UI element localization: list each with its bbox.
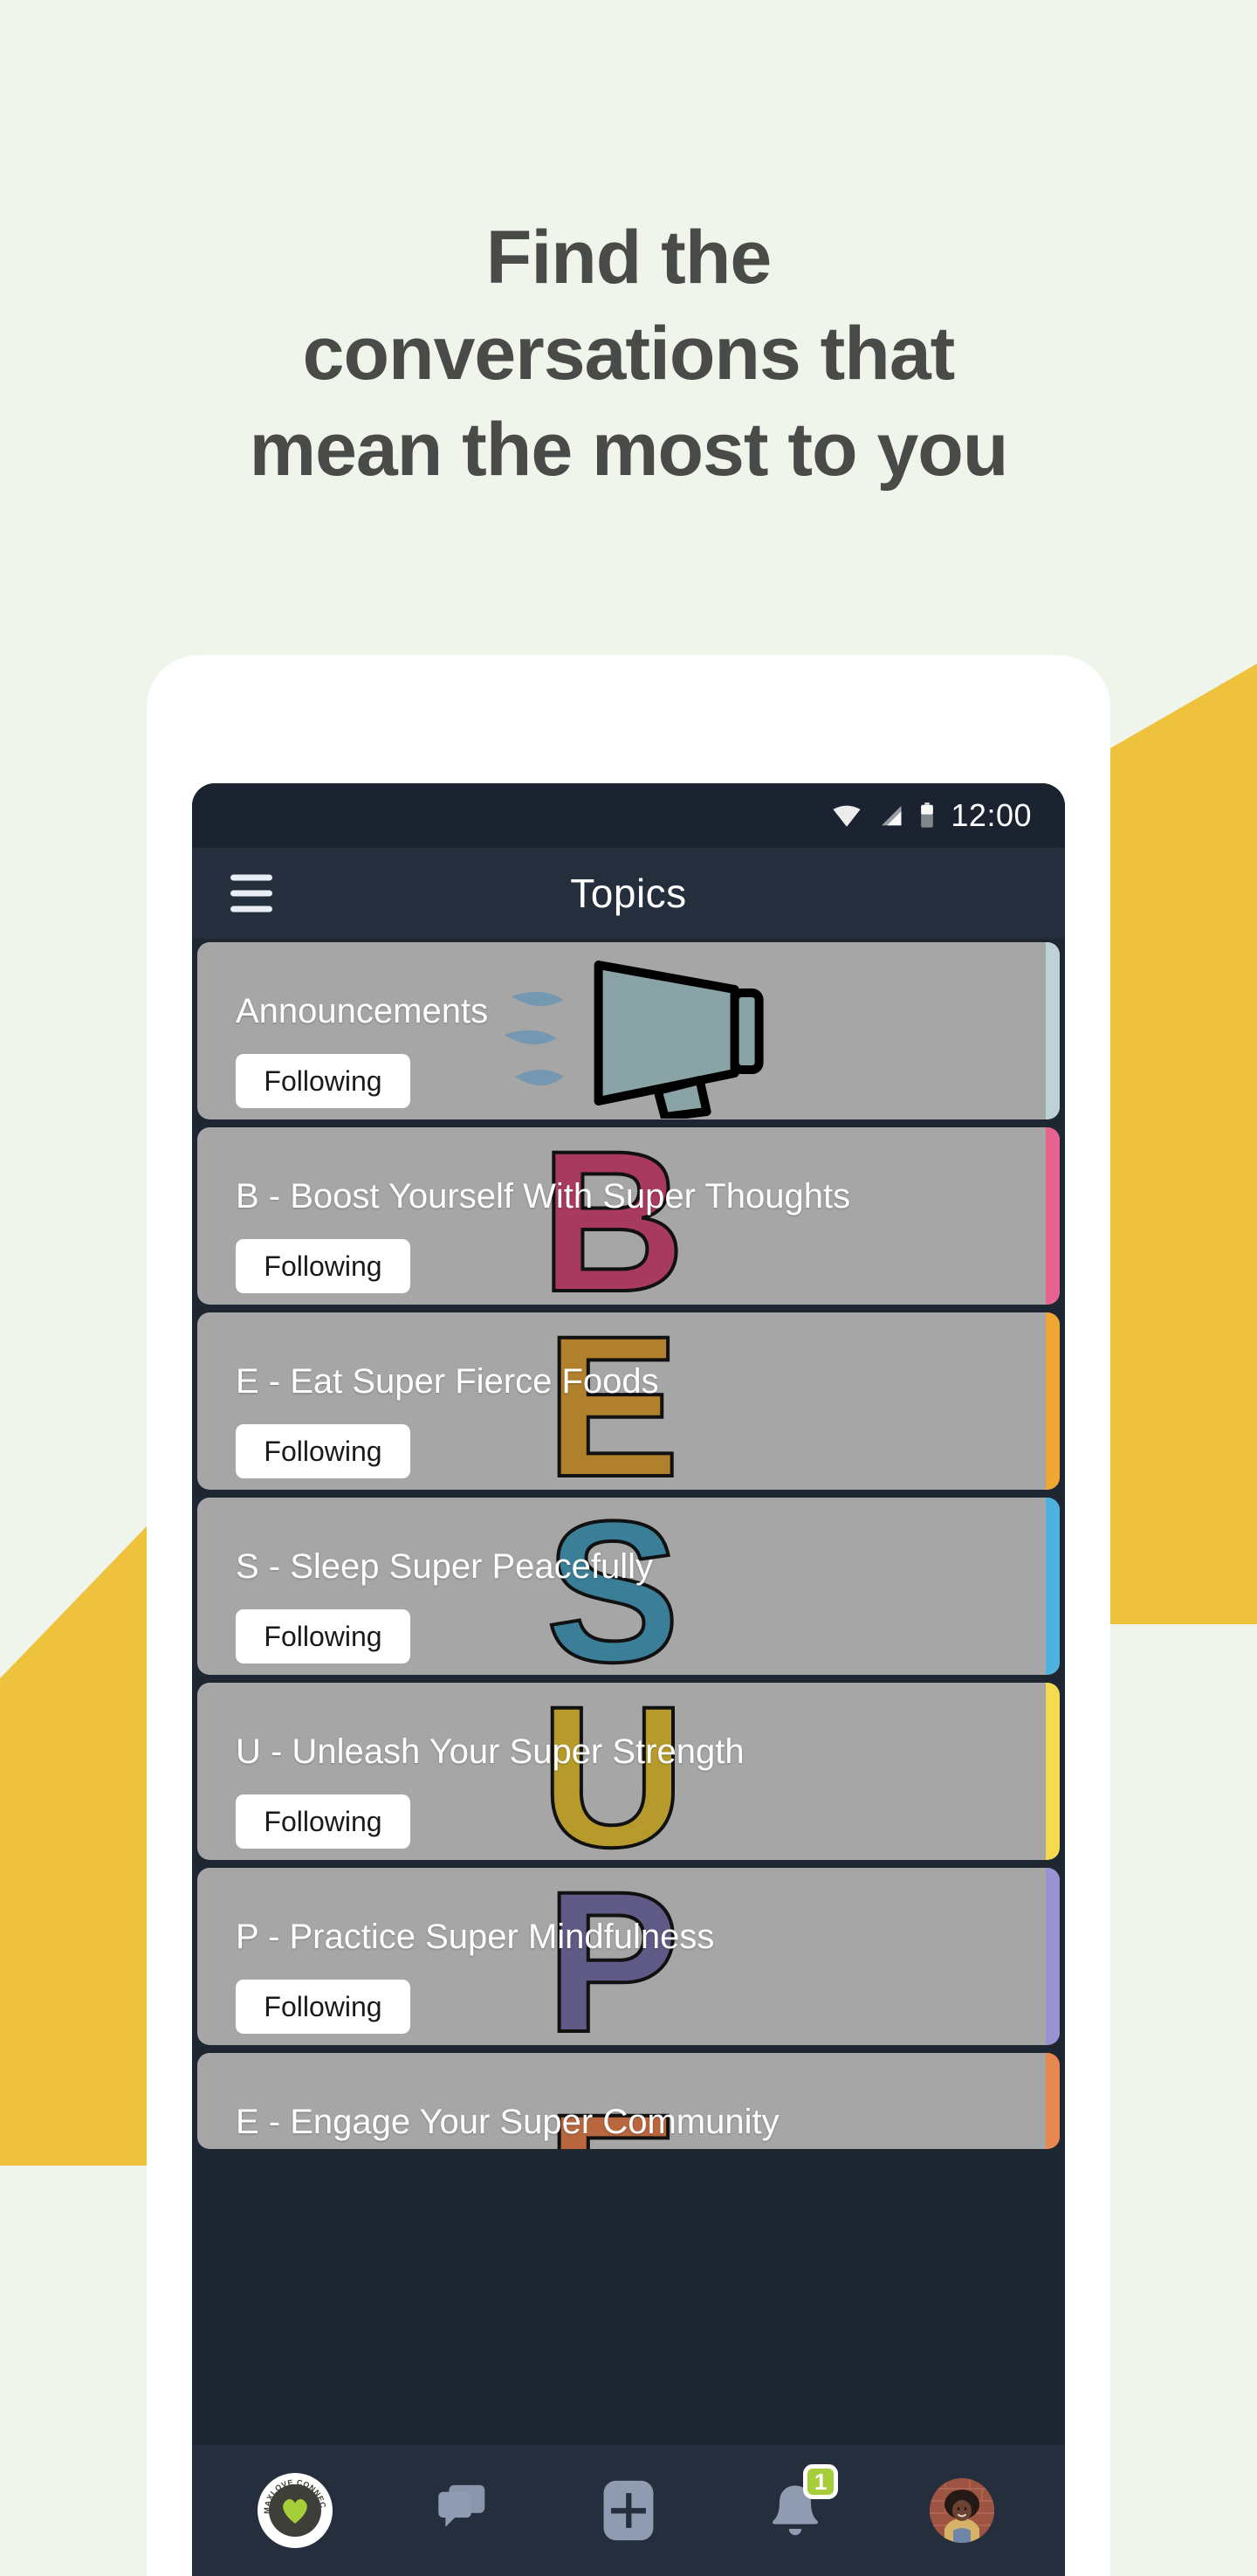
- topic-edge-accent: [1046, 2053, 1060, 2149]
- topic-card-announcements[interactable]: Announcements Following: [197, 942, 1060, 1119]
- following-button[interactable]: Following: [236, 1239, 410, 1293]
- megaphone-icon: [504, 960, 764, 1119]
- status-bar-clock: 12:00: [951, 797, 1032, 833]
- nav-item-create[interactable]: [580, 2462, 677, 2559]
- user-avatar-icon: [930, 2478, 995, 2543]
- topic-edge-accent: [1046, 1312, 1060, 1490]
- plus-square-icon: [603, 2480, 654, 2541]
- phone-screen: 12:00 Topics Announcements Following B B…: [192, 783, 1065, 2576]
- topic-card-boost[interactable]: B B - Boost Yourself With Super Thoughts…: [197, 1127, 1060, 1305]
- topic-list[interactable]: Announcements Following B B - Boost Your…: [192, 939, 1065, 2445]
- topic-title: S - Sleep Super Peacefully: [236, 1547, 654, 1586]
- topic-card-unleash[interactable]: U U - Unleash Your Super Strength Follow…: [197, 1683, 1060, 1860]
- cell-signal-icon: [882, 805, 902, 826]
- notification-badge: 1: [803, 2464, 839, 2499]
- topic-title: E - Engage Your Super Community: [236, 2103, 780, 2141]
- topic-card-eat[interactable]: E E - Eat Super Fierce Foods Following: [197, 1312, 1060, 1490]
- nav-item-notifications[interactable]: 1: [747, 2462, 843, 2559]
- topic-edge-accent: [1046, 1498, 1060, 1675]
- headline-line-1: Find the: [485, 216, 772, 300]
- following-button[interactable]: Following: [236, 1054, 410, 1108]
- topic-title: B - Boost Yourself With Super Thoughts: [236, 1177, 851, 1216]
- topic-card-sleep[interactable]: S S - Sleep Super Peacefully Following: [197, 1498, 1060, 1675]
- headline-line-2: conversations that: [302, 312, 956, 396]
- svg-text:MAXLOVE CONNECT: MAXLOVE CONNECT: [258, 2473, 327, 2514]
- nav-item-home[interactable]: MAXLOVE CONNECT LOVE · HOPE · THRIVE: [247, 2462, 343, 2559]
- hamburger-menu-icon[interactable]: [230, 874, 272, 913]
- bottom-navigation: MAXLOVE CONNECT LOVE · HOPE · THRIVE: [192, 2445, 1065, 2576]
- headline-line-3: mean the most to you: [249, 408, 1009, 492]
- app-bar: Topics: [192, 848, 1065, 939]
- topic-title: E - Eat Super Fierce Foods: [236, 1362, 659, 1401]
- nav-item-profile[interactable]: [914, 2462, 1010, 2559]
- topic-edge-accent: [1046, 942, 1060, 1119]
- maxlove-connect-logo-icon: MAXLOVE CONNECT LOVE · HOPE · THRIVE: [257, 2473, 333, 2548]
- status-bar: 12:00: [192, 783, 1065, 848]
- topic-card-practice[interactable]: P P - Practice Super Mindfulness Followi…: [197, 1868, 1060, 2045]
- nav-item-messages[interactable]: [414, 2462, 510, 2559]
- topic-edge-accent: [1046, 1127, 1060, 1305]
- topic-edge-accent: [1046, 1868, 1060, 2045]
- phone-mockup: 12:00 Topics Announcements Following B B…: [147, 655, 1110, 2576]
- following-button[interactable]: Following: [236, 1424, 410, 1478]
- topic-edge-accent: [1046, 1683, 1060, 1860]
- following-button[interactable]: Following: [236, 1609, 410, 1663]
- chat-bubbles-icon: [438, 2484, 485, 2527]
- topic-card-engage[interactable]: E E - Engage Your Super Community: [197, 2053, 1060, 2149]
- page-headline: Find the conversations that mean the mos…: [0, 210, 1257, 498]
- following-button[interactable]: Following: [236, 1794, 410, 1849]
- topic-title: P - Practice Super Mindfulness: [236, 1918, 715, 1956]
- page-title: Topics: [570, 871, 687, 916]
- battery-icon: [921, 802, 934, 828]
- following-button[interactable]: Following: [236, 1980, 410, 2034]
- wifi-icon: [833, 805, 861, 827]
- topic-title: Announcements: [236, 992, 489, 1030]
- topic-title: U - Unleash Your Super Strength: [236, 1732, 745, 1771]
